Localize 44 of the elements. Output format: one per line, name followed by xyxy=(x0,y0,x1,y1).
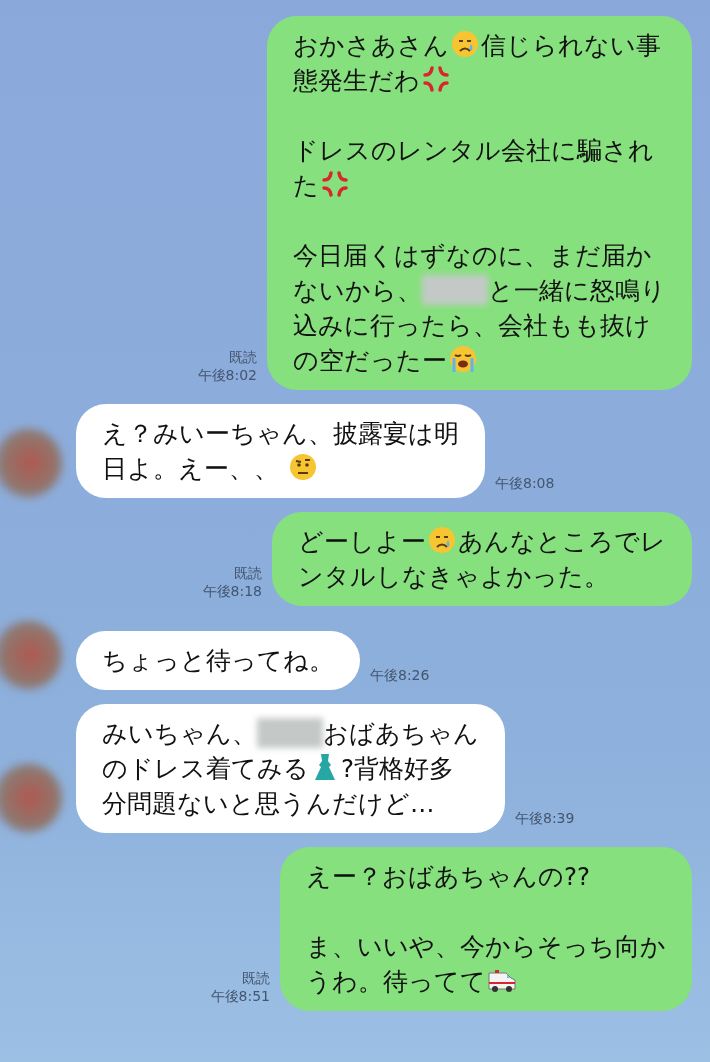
message-text: と一緒に怒鳴り xyxy=(488,276,666,305)
message-text: うわ。待ってて xyxy=(306,967,486,996)
anger-icon xyxy=(421,64,451,94)
crying-face-icon xyxy=(450,29,480,59)
message-time: 午後8:18 xyxy=(202,582,262,600)
redacted-block xyxy=(257,718,323,748)
message-text: の空だったー xyxy=(293,346,447,375)
message-time: 午後8:08 xyxy=(495,474,555,492)
doubtful-face-icon xyxy=(287,452,318,482)
message-text: のドレス着てみる xyxy=(102,754,309,783)
message-text: 今日届くはずなのに、まだ届か xyxy=(293,241,652,270)
message-text: どーしよー xyxy=(298,527,426,556)
avatar[interactable] xyxy=(0,428,62,498)
read-receipt: 既読 xyxy=(241,969,270,987)
message-time: 午後8:02 xyxy=(197,366,257,384)
message-text: えー？おばあちゃんの?? xyxy=(306,862,590,891)
avatar[interactable] xyxy=(0,763,62,833)
message-text: 態発生だわ xyxy=(293,66,420,95)
message-time: 午後8:26 xyxy=(370,666,430,684)
message-text: 信じられない事 xyxy=(481,31,661,60)
message-text: ンタルしなきゃよかった。 xyxy=(298,562,609,591)
message-text: 込みに行ったら、会社もも抜け xyxy=(293,311,651,340)
message-text: ドレスのレンタル会社に騙され xyxy=(293,136,654,165)
message-text: え？みいーちゃん、披露宴は明 xyxy=(102,419,459,448)
message-text: あんなところでレ xyxy=(458,527,666,556)
message-text: みいちゃん、 xyxy=(102,719,257,748)
avatar[interactable] xyxy=(0,620,62,690)
message-time: 午後8:51 xyxy=(210,987,270,1005)
message-time: 午後8:39 xyxy=(515,809,575,827)
redacted-block xyxy=(422,275,488,305)
crying-face-icon xyxy=(427,525,457,555)
message-text: ないから、 xyxy=(293,276,422,305)
sobbing-face-icon xyxy=(448,344,478,374)
message-text: 日よ。えー、、 xyxy=(102,454,280,483)
read-receipt: 既読 xyxy=(233,564,262,582)
anger-icon xyxy=(320,169,350,199)
message-text: おばあちゃん xyxy=(323,719,479,748)
message-text: ま、いいや、今からそっち向か xyxy=(306,932,666,961)
message-text: ?背格好多 xyxy=(341,754,454,783)
read-receipt: 既読 xyxy=(228,348,257,366)
message-text: 分問題ないと思うんだけど… xyxy=(102,789,435,818)
message-text: た xyxy=(293,171,319,200)
message-text: おかさあさん xyxy=(293,31,449,60)
message-text: ちょっと待ってね。 xyxy=(102,646,334,675)
